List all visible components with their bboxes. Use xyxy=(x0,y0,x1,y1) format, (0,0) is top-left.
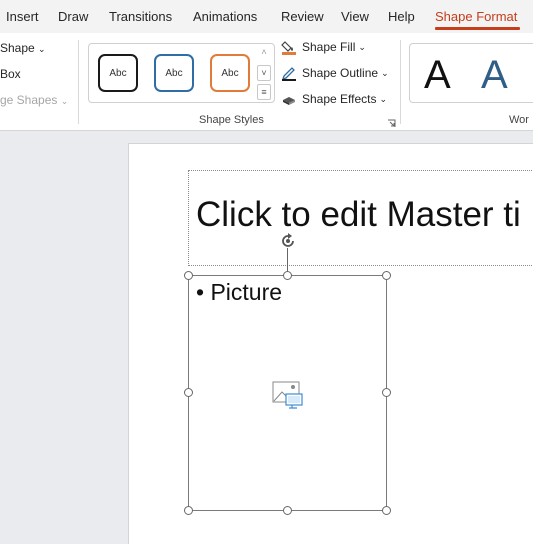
shape-outline-button[interactable]: Shape Outline ⌄ xyxy=(281,63,389,83)
resize-handle-right[interactable] xyxy=(382,388,391,397)
chevron-down-icon: ⌄ xyxy=(379,93,388,104)
wordart-group-label: Wor xyxy=(509,114,529,126)
tab-shape-format[interactable]: Shape Format xyxy=(435,9,517,24)
active-tab-indicator xyxy=(435,27,520,30)
merge-shapes-label: ge Shapes xyxy=(0,93,58,107)
tab-draw[interactable]: Draw xyxy=(58,9,88,24)
chevron-down-icon: ⌄ xyxy=(358,41,366,52)
style-preset-black[interactable]: Abc xyxy=(98,54,138,92)
shape-fill-button[interactable]: Shape Fill ⌄ xyxy=(281,37,366,57)
chevron-down-icon: ⌄ xyxy=(381,67,389,78)
pen-icon xyxy=(281,67,296,81)
shape-fill-label: Shape Fill xyxy=(302,40,356,54)
style-preset-blue[interactable]: Abc xyxy=(154,54,194,92)
insert-picture-icon[interactable] xyxy=(272,381,304,411)
edit-shape-button[interactable]: Shape ⌄ xyxy=(0,41,46,55)
resize-handle-top[interactable] xyxy=(283,271,292,280)
resize-handle-top-right[interactable] xyxy=(382,271,391,280)
edit-shape-label: Shape xyxy=(0,41,35,55)
chevron-down-icon: ⌄ xyxy=(38,44,46,54)
chevron-down-icon: ⌄ xyxy=(60,96,69,106)
paint-bucket-icon xyxy=(281,41,296,55)
tab-transitions[interactable]: Transitions xyxy=(109,9,172,24)
resize-handle-bottom-left[interactable] xyxy=(184,506,193,515)
resize-handle-left[interactable] xyxy=(184,388,193,397)
gallery-scroll-down-icon[interactable]: ˅ xyxy=(257,65,271,81)
text-box-button[interactable]: Box xyxy=(0,67,21,81)
rotate-handle-icon[interactable] xyxy=(278,231,298,251)
picture-placeholder-text: • Picture xyxy=(196,279,282,306)
shape-effects-label: Shape Effects xyxy=(302,92,377,106)
group-separator xyxy=(400,40,401,124)
shape-effects-icon xyxy=(283,97,295,105)
ribbon-tab-bar: Insert Draw Transitions Animations Revie… xyxy=(0,0,533,33)
shape-outline-label: Shape Outline xyxy=(302,66,379,80)
dialog-launcher-icon[interactable] xyxy=(387,115,396,127)
tab-insert[interactable]: Insert xyxy=(6,9,39,24)
gallery-more-icon[interactable]: ≡ xyxy=(257,84,271,100)
gallery-scroll-up-icon[interactable]: ˄ xyxy=(257,44,271,60)
picture-placeholder-label: Picture xyxy=(210,279,283,305)
bullet-marker: • xyxy=(196,279,205,305)
tab-review[interactable]: Review xyxy=(281,9,324,24)
resize-handle-bottom[interactable] xyxy=(283,506,292,515)
tab-help[interactable]: Help xyxy=(388,9,415,24)
wordart-preset-blue[interactable]: A xyxy=(481,52,508,98)
resize-handle-top-left[interactable] xyxy=(184,271,193,280)
tab-animations[interactable]: Animations xyxy=(193,9,257,24)
shape-effects-button[interactable]: Shape Effects ⌄ xyxy=(281,89,387,109)
shape-styles-group-label: Shape Styles xyxy=(199,114,264,126)
tab-view[interactable]: View xyxy=(341,9,369,24)
wordart-preset-black[interactable]: A xyxy=(424,52,451,98)
merge-shapes-button[interactable]: ge Shapes ⌄ xyxy=(0,93,68,107)
style-preset-orange[interactable]: Abc xyxy=(210,54,250,92)
group-separator xyxy=(78,40,79,124)
resize-handle-bottom-right[interactable] xyxy=(382,506,391,515)
title-placeholder-text: Click to edit Master ti xyxy=(196,195,521,234)
